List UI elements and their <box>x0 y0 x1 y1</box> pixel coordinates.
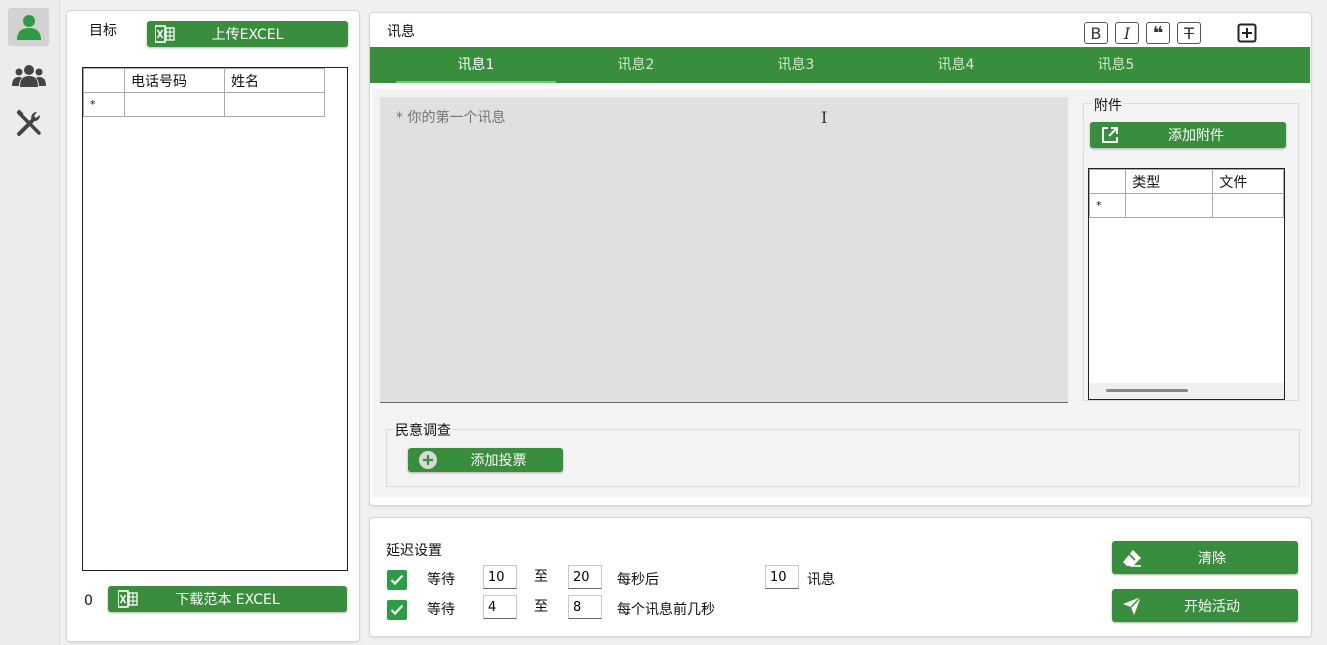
message-panel: 讯息 B I ❝ T 讯息1 讯息2 讯息3 讯息4 讯息5 I 附件 添加附件 <box>369 12 1312 506</box>
table-row[interactable]: * <box>1089 193 1284 218</box>
nav-contacts-button[interactable] <box>8 8 49 46</box>
message-input[interactable] <box>380 97 1068 403</box>
quote-button[interactable]: ❝ <box>1146 22 1170 44</box>
file-cell[interactable] <box>1212 193 1284 218</box>
targets-title: 目标 <box>89 23 117 39</box>
delay-row1-count-unit: 讯息 <box>807 572 835 588</box>
new-row-marker: * <box>83 92 125 117</box>
nav-settings-button[interactable] <box>8 104 49 142</box>
start-campaign-label: 开始活动 <box>1184 598 1240 615</box>
tab-message-4[interactable]: 讯息4 <box>876 47 1036 83</box>
checkmark-icon <box>390 604 404 616</box>
add-attachment-button[interactable]: 添加附件 <box>1090 122 1286 148</box>
type-cell[interactable] <box>1125 193 1214 218</box>
delay-row1-from-input[interactable] <box>483 565 517 589</box>
table-row[interactable]: * <box>83 92 325 117</box>
attachments-title: 附件 <box>1092 95 1124 115</box>
horizontal-scrollbar[interactable] <box>1089 383 1284 399</box>
targets-panel: 目标 上传EXCEL 电话号码 姓名 * 0 下载范本 EXCEL <box>66 10 360 642</box>
message-title: 讯息 <box>387 24 415 40</box>
bold-button[interactable]: B <box>1084 22 1108 44</box>
delay-row1-wait-label: 等待 <box>427 572 455 588</box>
italic-button[interactable]: I <box>1115 22 1139 44</box>
upload-excel-button[interactable]: 上传EXCEL <box>147 21 348 47</box>
targets-grid-header: 电话号码 姓名 <box>83 68 325 93</box>
add-poll-label: 添加投票 <box>470 453 527 469</box>
start-campaign-button[interactable]: 开始活动 <box>1112 589 1298 622</box>
delay-row2-to-input[interactable] <box>568 595 602 619</box>
text-cursor-icon: I <box>821 108 828 127</box>
phone-cell[interactable] <box>124 92 225 117</box>
name-cell[interactable] <box>224 92 325 117</box>
column-header-type[interactable]: 类型 <box>1125 169 1214 194</box>
targets-grid[interactable]: 电话号码 姓名 * <box>82 67 348 571</box>
add-attachment-label: 添加附件 <box>1168 128 1224 144</box>
person-icon <box>16 15 41 40</box>
delay-row1-to-word: 至 <box>534 569 548 585</box>
tab-message-1[interactable]: 讯息1 <box>396 47 556 83</box>
scrollbar-thumb[interactable] <box>1106 389 1188 392</box>
row-header-corner <box>83 68 125 93</box>
download-template-button[interactable]: 下载范本 EXCEL <box>108 586 347 612</box>
attachments-grid-header: 类型 文件 <box>1089 169 1284 194</box>
excel-icon <box>147 25 183 43</box>
column-header-name[interactable]: 姓名 <box>224 68 325 93</box>
eraser-icon <box>1112 548 1152 568</box>
download-template-label: 下载范本 EXCEL <box>175 592 280 608</box>
attachments-grid[interactable]: 类型 文件 * <box>1088 168 1285 400</box>
external-link-icon <box>1090 126 1130 144</box>
poll-title: 民意调查 <box>393 420 453 440</box>
clear-label: 清除 <box>1198 550 1226 567</box>
row-header-corner <box>1089 169 1127 194</box>
insert-button[interactable] <box>1236 22 1258 44</box>
strikethrough-button[interactable]: T <box>1177 22 1201 44</box>
excel-icon <box>108 590 148 608</box>
attachments-group: 附件 添加附件 类型 文件 * <box>1083 95 1299 401</box>
checkmark-icon <box>390 574 404 586</box>
tab-message-5[interactable]: 讯息5 <box>1036 47 1196 83</box>
tab-message-3[interactable]: 讯息3 <box>716 47 876 83</box>
message-tabs: 讯息1 讯息2 讯息3 讯息4 讯息5 <box>370 47 1310 83</box>
tools-icon <box>15 109 41 136</box>
column-header-file[interactable]: 文件 <box>1212 169 1284 194</box>
nav-groups-button[interactable] <box>8 57 49 95</box>
plus-circle-icon <box>408 450 448 470</box>
send-icon <box>1112 596 1152 616</box>
delay-row1-suffix: 每秒后 <box>617 572 659 588</box>
delay-row1-checkbox[interactable] <box>387 570 407 590</box>
column-header-phone[interactable]: 电话号码 <box>124 68 225 93</box>
delay-row2-suffix: 每个讯息前几秒 <box>617 602 715 618</box>
left-nav <box>0 0 60 645</box>
plus-square-icon <box>1237 23 1257 43</box>
target-count: 0 <box>84 593 93 609</box>
add-poll-button[interactable]: 添加投票 <box>408 448 563 472</box>
delay-row1-to-input[interactable] <box>568 565 602 589</box>
delay-row1-count-input[interactable] <box>765 565 799 589</box>
clear-button[interactable]: 清除 <box>1112 541 1298 574</box>
tab-message-2[interactable]: 讯息2 <box>556 47 716 83</box>
upload-excel-label: 上传EXCEL <box>211 27 284 43</box>
poll-group: 民意调查 添加投票 <box>386 420 1300 487</box>
delay-row2-checkbox[interactable] <box>387 600 407 620</box>
delay-panel: 延迟设置 等待 至 每秒后 讯息 等待 至 每个讯息前几秒 清除 开始活动 <box>369 517 1312 637</box>
group-icon <box>11 65 46 87</box>
delay-row2-to-word: 至 <box>534 599 548 615</box>
new-row-marker: * <box>1089 193 1127 218</box>
message-body: I 附件 添加附件 类型 文件 * <box>372 89 1310 497</box>
delay-row2-wait-label: 等待 <box>427 602 455 618</box>
delay-title: 延迟设置 <box>386 543 442 559</box>
delay-row2-from-input[interactable] <box>483 595 517 619</box>
